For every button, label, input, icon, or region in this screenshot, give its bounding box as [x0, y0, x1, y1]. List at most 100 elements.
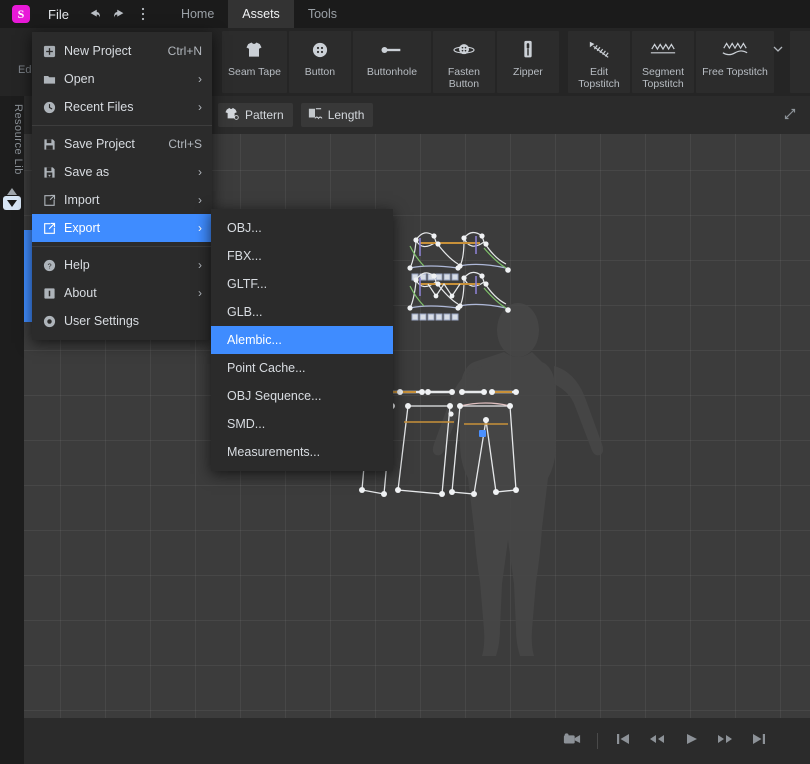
menu-item-about[interactable]: About ›: [32, 279, 212, 307]
menu-item-label: Import: [64, 193, 100, 207]
rewind-button[interactable]: [640, 726, 674, 756]
tool-label: Edit Topstitch: [578, 66, 620, 90]
more-options-icon[interactable]: [133, 7, 153, 21]
segment-topstitch-icon: [649, 37, 677, 63]
menu-item-recent-files[interactable]: Recent Files ›: [32, 93, 212, 121]
tool-seam-tape[interactable]: Seam Tape: [222, 31, 287, 93]
submenu-arrow-icon: ›: [198, 72, 202, 86]
tab-tools[interactable]: Tools: [294, 0, 351, 28]
menu-item-label: Recent Files: [64, 100, 134, 114]
chip-length[interactable]: Length: [300, 103, 374, 127]
submenu-arrow-icon: ›: [198, 100, 202, 114]
menu-item-save-project[interactable]: Save Project Ctrl+S: [32, 130, 212, 158]
skip-back-icon: [615, 732, 631, 751]
menu-item-export-gltf[interactable]: GLTF...: [211, 270, 393, 298]
menu-item-label: Save as: [64, 165, 110, 179]
tool-free-topstitch[interactable]: Free Topstitch: [696, 31, 774, 93]
tool-zipper[interactable]: Zipper: [496, 31, 559, 93]
menu-item-export-point-cache[interactable]: Point Cache...: [211, 354, 393, 382]
tool-fasten-button[interactable]: Fasten Button: [432, 31, 495, 93]
playbar-separator: [597, 733, 598, 749]
pattern-vertices-top: [407, 233, 511, 273]
tab-home[interactable]: Home: [167, 0, 228, 28]
menu-item-help[interactable]: ? Help ›: [32, 251, 212, 279]
menu-item-label: User Settings: [64, 314, 140, 328]
chevron-down-icon: [772, 42, 784, 60]
mannequin-silhouette: [432, 303, 604, 656]
submenu-arrow-icon: ›: [198, 165, 202, 179]
application-window: S File Home Assets Tools Seam Tape Butto…: [0, 0, 810, 764]
tool-label: Seam Tape: [228, 66, 281, 78]
submenu-arrow-icon: ›: [198, 221, 202, 235]
play-icon: [684, 732, 698, 751]
app-logo: S: [12, 5, 30, 23]
menu-separator: [32, 246, 212, 247]
tool-label: Fasten Button: [447, 66, 480, 90]
tool-label: Free Topstitch: [702, 66, 768, 78]
new-project-icon: [40, 45, 58, 58]
menu-item-label: Open: [64, 72, 95, 86]
record-camera-button[interactable]: [555, 726, 589, 756]
clock-icon: [40, 101, 58, 114]
chip-label: Length: [327, 108, 365, 122]
title-bar: S File Home Assets Tools: [0, 0, 810, 28]
menu-item-label: GLB...: [227, 305, 263, 319]
save-floppy-icon: [40, 138, 58, 151]
export-submenu[interactable]: OBJ... FBX... GLTF... GLB... Alembic... …: [211, 209, 393, 471]
menu-item-export-obj[interactable]: OBJ...: [211, 214, 393, 242]
menu-item-open[interactable]: Open ›: [32, 65, 212, 93]
play-button[interactable]: [674, 726, 708, 756]
undo-arrow-icon[interactable]: [85, 7, 105, 21]
menu-item-export-obj-sequence[interactable]: OBJ Sequence...: [211, 382, 393, 410]
tool-label: Zipper: [513, 66, 543, 78]
fast-forward-button[interactable]: [708, 726, 742, 756]
chip-label: Pattern: [245, 108, 284, 122]
menu-item-label: Save Project: [64, 137, 135, 151]
expand-diagonal-icon[interactable]: [780, 104, 800, 124]
pattern-icon: [224, 107, 240, 124]
app-logo-text: S: [17, 6, 25, 21]
tool-edit-cutoff[interactable]: Ed: [790, 31, 810, 93]
menu-item-label: Alembic...: [227, 333, 282, 347]
topstitch-dropdown-caret[interactable]: [773, 31, 784, 93]
svg-text:?: ?: [47, 261, 51, 270]
menu-item-import[interactable]: Import ›: [32, 186, 212, 214]
resource-lib-label[interactable]: Resource Lib: [0, 104, 24, 175]
edit-topstitch-icon: [586, 37, 612, 63]
menu-item-export-alembic[interactable]: Alembic...: [211, 326, 393, 354]
menu-item-export-smd[interactable]: SMD...: [211, 410, 393, 438]
file-dropdown-menu[interactable]: New Project Ctrl+N Open › Recent Files ›…: [32, 32, 212, 340]
menu-item-export[interactable]: Export ›: [32, 214, 212, 242]
menu-item-accelerator: Ctrl+S: [168, 137, 202, 151]
submenu-arrow-icon: ›: [198, 258, 202, 272]
selected-point-marker: [479, 430, 486, 437]
menu-item-export-glb[interactable]: GLB...: [211, 298, 393, 326]
menu-item-save-as[interactable]: Save as ›: [32, 158, 212, 186]
user-settings-icon: [40, 315, 58, 328]
tab-assets[interactable]: Assets: [228, 0, 294, 28]
menu-item-user-settings[interactable]: User Settings: [32, 307, 212, 335]
skip-to-end-button[interactable]: [742, 726, 776, 756]
save-as-icon: [40, 166, 58, 179]
menu-item-export-measurements[interactable]: Measurements...: [211, 438, 393, 466]
triangle-down-icon[interactable]: [3, 196, 21, 210]
export-icon: [40, 222, 58, 235]
chip-pattern[interactable]: Pattern: [218, 103, 293, 127]
file-menu-button[interactable]: File: [44, 4, 73, 25]
submenu-arrow-icon: ›: [198, 193, 202, 207]
tool-button[interactable]: Button: [288, 31, 351, 93]
tool-buttonhole[interactable]: Buttonhole: [352, 31, 431, 93]
tool-edit-topstitch[interactable]: Edit Topstitch: [568, 31, 630, 93]
about-icon: [40, 287, 58, 300]
main-tabs: Home Assets Tools: [167, 0, 351, 28]
skip-to-start-button[interactable]: [606, 726, 640, 756]
tool-label: Buttonhole: [366, 66, 418, 78]
import-icon: [40, 194, 58, 207]
submenu-arrow-icon: ›: [198, 286, 202, 300]
tool-segment-topstitch[interactable]: Segment Topstitch: [632, 31, 694, 93]
redo-arrow-icon[interactable]: [109, 7, 129, 21]
button-circle-icon: [310, 37, 330, 63]
menu-item-new-project[interactable]: New Project Ctrl+N: [32, 37, 212, 65]
tool-label: Segment Topstitch: [641, 66, 685, 90]
menu-item-export-fbx[interactable]: FBX...: [211, 242, 393, 270]
